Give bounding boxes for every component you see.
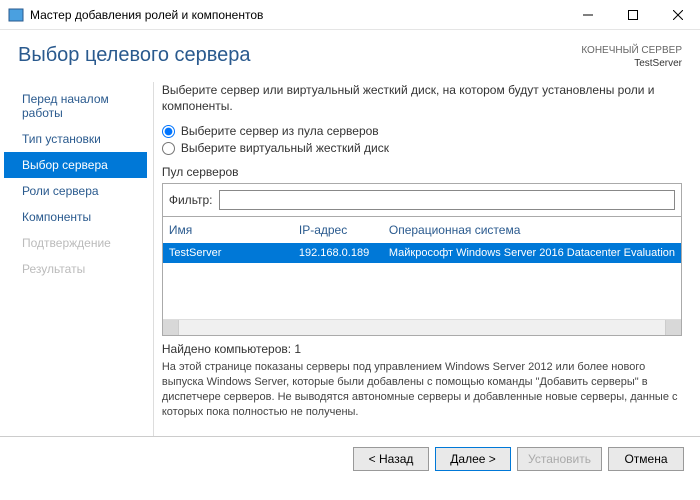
info-note: На этой странице показаны серверы под уп… bbox=[162, 360, 682, 419]
maximize-button[interactable] bbox=[610, 0, 655, 30]
scroll-left-icon[interactable] bbox=[163, 320, 179, 335]
close-button[interactable] bbox=[655, 0, 700, 30]
col-os[interactable]: Операционная система bbox=[389, 223, 675, 237]
intro-text: Выберите сервер или виртуальный жесткий … bbox=[162, 82, 682, 114]
table-empty-area bbox=[163, 263, 681, 319]
nav-server-roles[interactable]: Роли сервера bbox=[4, 178, 147, 204]
app-icon bbox=[8, 7, 24, 23]
nav-confirmation: Подтверждение bbox=[4, 230, 147, 256]
footer: < Назад Далее > Установить Отмена bbox=[0, 436, 700, 480]
table-row[interactable]: TestServer 192.168.0.189 Майкрософт Wind… bbox=[163, 243, 681, 263]
radio-vhd-label: Выберите виртуальный жесткий диск bbox=[181, 141, 389, 155]
server-table: Имя IP-адрес Операционная система TestSe… bbox=[162, 217, 682, 336]
table-header: Имя IP-адрес Операционная система bbox=[163, 217, 681, 243]
radio-vhd[interactable] bbox=[162, 142, 175, 155]
nav-results: Результаты bbox=[4, 256, 147, 282]
wizard-nav: Перед началом работы Тип установки Выбор… bbox=[0, 82, 147, 436]
page-title: Выбор целевого сервера bbox=[18, 44, 581, 67]
window-title: Мастер добавления ролей и компонентов bbox=[30, 8, 565, 22]
nav-features[interactable]: Компоненты bbox=[4, 204, 147, 230]
nav-before-you-begin[interactable]: Перед началом работы bbox=[4, 86, 147, 126]
cell-name: TestServer bbox=[169, 247, 299, 259]
horizontal-scrollbar[interactable] bbox=[163, 319, 681, 335]
filter-input[interactable] bbox=[219, 190, 675, 210]
header: Выбор целевого сервера КОНЕЧНЫЙ СЕРВЕР T… bbox=[0, 30, 700, 76]
next-button[interactable]: Далее > bbox=[435, 447, 511, 471]
cancel-button[interactable]: Отмена bbox=[608, 447, 684, 471]
radio-server-pool[interactable] bbox=[162, 125, 175, 138]
computer-count: Найдено компьютеров: 1 bbox=[162, 342, 682, 356]
dest-label: КОНЕЧНЫЙ СЕРВЕР bbox=[581, 44, 682, 57]
cell-ip: 192.168.0.189 bbox=[299, 247, 389, 259]
scroll-track[interactable] bbox=[179, 320, 665, 335]
filter-label: Фильтр: bbox=[169, 193, 213, 207]
minimize-button[interactable] bbox=[565, 0, 610, 30]
titlebar: Мастер добавления ролей и компонентов bbox=[0, 0, 700, 30]
install-button: Установить bbox=[517, 447, 602, 471]
cell-os: Майкрософт Windows Server 2016 Datacente… bbox=[389, 247, 675, 259]
server-pool-label: Пул серверов bbox=[162, 165, 682, 179]
back-button[interactable]: < Назад bbox=[353, 447, 429, 471]
filter-panel: Фильтр: bbox=[162, 183, 682, 217]
col-ip[interactable]: IP-адрес bbox=[299, 223, 389, 237]
nav-server-selection[interactable]: Выбор сервера bbox=[4, 152, 147, 178]
col-name[interactable]: Имя bbox=[169, 223, 299, 237]
scroll-right-icon[interactable] bbox=[665, 320, 681, 335]
dest-server-name: TestServer bbox=[581, 57, 682, 70]
content-pane: Выберите сервер или виртуальный жесткий … bbox=[153, 82, 700, 436]
nav-install-type[interactable]: Тип установки bbox=[4, 126, 147, 152]
destination-server: КОНЕЧНЫЙ СЕРВЕР TestServer bbox=[581, 44, 682, 70]
radio-server-pool-label: Выберите сервер из пула серверов bbox=[181, 124, 379, 138]
